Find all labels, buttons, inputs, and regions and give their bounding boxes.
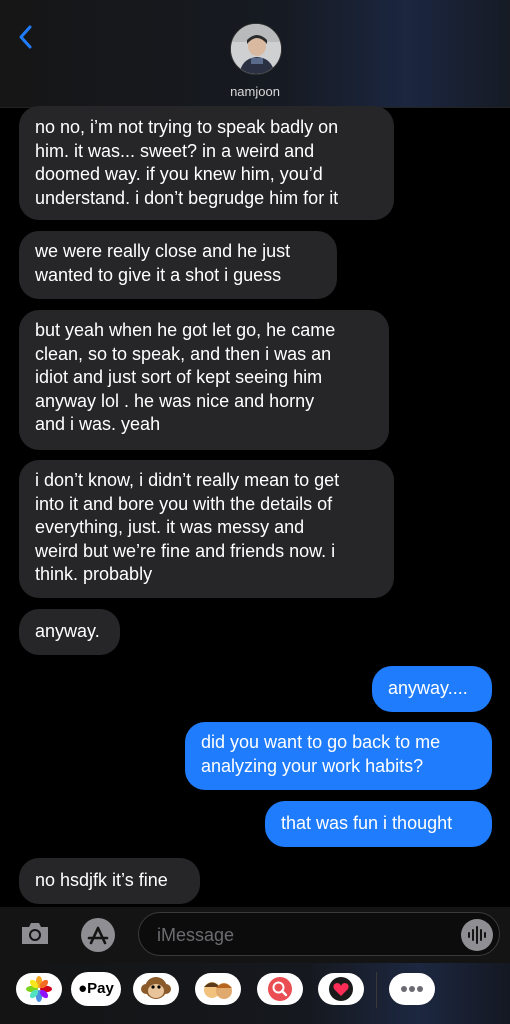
message-input-placeholder: iMessage xyxy=(157,925,235,945)
message-text: but yeah when he got let go, he came xyxy=(35,320,336,340)
message-text: anyway.... xyxy=(388,678,468,698)
message-input[interactable]: iMessage xyxy=(138,912,500,956)
message-thread: no no, i’m not trying to speak badly on … xyxy=(0,0,510,1024)
message-text: doomed way. if you knew him, you’d xyxy=(35,164,323,184)
message-text: no no, i’m not trying to speak badly on xyxy=(35,117,339,137)
message-text: idiot and just sort of kept seeing him xyxy=(35,367,323,387)
apple-pay-button[interactable]: ●Pay xyxy=(71,972,121,1006)
message-text: we were really close and he just xyxy=(35,241,291,261)
message-text: did you want to go back to me xyxy=(201,732,441,752)
message-text: clean, so to speak, and then i was an xyxy=(35,343,332,364)
memoji-icon[interactable] xyxy=(194,972,242,1006)
message-bubble[interactable]: but yeah when he got let go, he came cle… xyxy=(19,310,389,450)
message-text: and i was. yeah xyxy=(35,414,161,434)
message-text: i don’t know, i didn’t really mean to ge… xyxy=(35,470,340,490)
message-bubble[interactable]: anyway.... xyxy=(372,666,492,712)
images-search-icon[interactable] xyxy=(256,972,304,1006)
waveform-icon[interactable] xyxy=(461,919,493,951)
message-bubble[interactable]: no no, i’m not trying to speak badly on … xyxy=(19,106,394,220)
message-text: that was fun i thought xyxy=(281,813,453,833)
message-text: analyzing your work habits? xyxy=(201,755,424,776)
monkey-animoji-icon[interactable] xyxy=(132,972,180,1006)
message-bubble[interactable]: anyway. xyxy=(19,609,120,655)
message-bubble[interactable]: i don’t know, i didn’t really mean to ge… xyxy=(19,460,394,598)
camera-icon[interactable] xyxy=(18,916,52,950)
message-text: anyway lol . he was nice and horny xyxy=(35,390,315,411)
photos-icon[interactable] xyxy=(15,972,63,1006)
apple-pay-label: Pay xyxy=(87,980,114,997)
message-text: understand. i don’t begrudge him for it xyxy=(35,187,339,208)
tray-divider xyxy=(376,972,377,1008)
message-text: everything, just. it was messy and xyxy=(35,517,305,537)
message-bubble[interactable]: we were really close and he just wanted … xyxy=(19,231,337,299)
digital-touch-icon[interactable] xyxy=(317,972,365,1006)
apple-logo-icon: ● xyxy=(78,980,88,997)
message-text: anyway. xyxy=(35,621,100,641)
message-text: wanted to give it a shot i guess xyxy=(35,264,282,285)
message-text: think. probably xyxy=(35,564,153,584)
message-text: him. it was... sweet? in a weird and xyxy=(35,140,315,161)
message-text: into it and bore you with the details of xyxy=(35,493,333,514)
message-bubble[interactable]: did you want to go back to me analyzing … xyxy=(185,722,492,790)
message-text: weird but we’re fine and friends now. i xyxy=(35,540,336,561)
message-bubble[interactable]: no hsdjfk it’s fine xyxy=(19,858,200,904)
more-apps-icon[interactable] xyxy=(388,972,436,1006)
app-store-icon[interactable] xyxy=(78,917,118,953)
message-text: no hsdjfk it’s fine xyxy=(35,870,168,890)
message-bubble[interactable]: that was fun i thought xyxy=(265,801,492,847)
